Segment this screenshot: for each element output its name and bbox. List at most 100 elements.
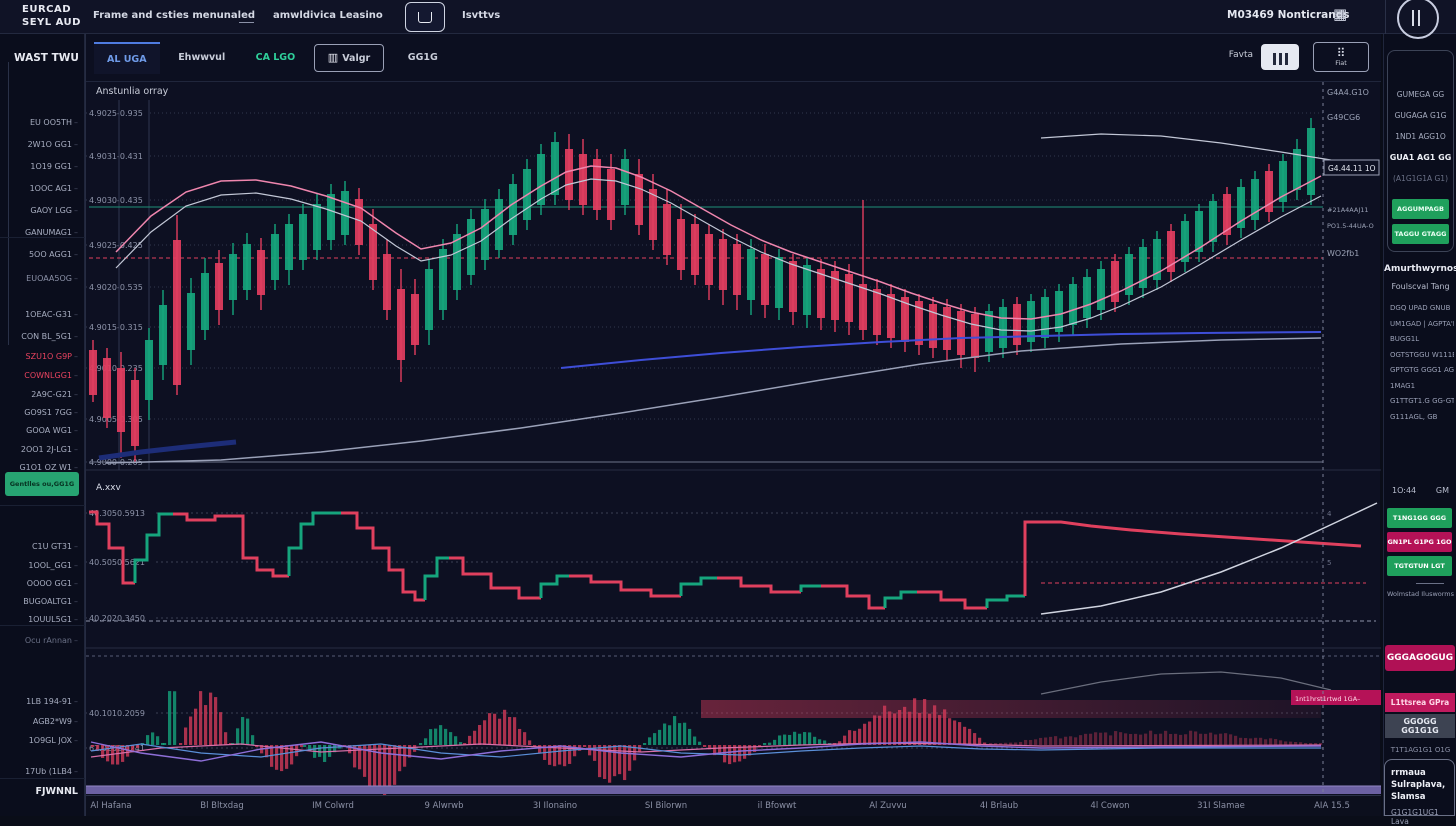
chart-tab-5[interactable]: GG1G: [395, 42, 451, 74]
watchlist-row[interactable]: 1OUUL5G1–: [28, 615, 78, 624]
favorites-button[interactable]: Favta: [1229, 50, 1253, 60]
watchlist-row[interactable]: 17Ub (1LB4–: [25, 767, 78, 776]
chart-tabbar: Favta ⠿ Fiat AL UGA Ehwwvul CA LGO▥Valgr GG…: [86, 34, 1381, 82]
watchlist-row[interactable]: 1OOL_GG1–: [28, 561, 78, 570]
watchlist-row-label: 2W1O GG1: [28, 140, 72, 149]
pink-ma-line: [116, 166, 1321, 319]
watchlist-row[interactable]: 5OO AGG1–: [29, 250, 78, 259]
watchlist-row[interactable]: 1LB 194-91–: [26, 697, 78, 706]
right-axis-label: WO2fb1: [1327, 249, 1359, 258]
order-card-row[interactable]: GUMEGA GG: [1388, 84, 1453, 105]
time-axis-label: IM Colwrd: [312, 801, 354, 811]
panel-info-line: BUGG1L: [1390, 332, 1454, 348]
order-card-row[interactable]: (A1G1G1A G1): [1388, 168, 1453, 189]
watchlist-row-tick: –: [74, 352, 78, 361]
watchlist-action-button[interactable]: Gentlles ou,GG1G: [5, 472, 79, 496]
watchlist-row[interactable]: 2W1O GG1–: [28, 140, 78, 149]
tab-label: Valgr: [342, 53, 370, 64]
neutral-button[interactable]: GGOGG GG1G1G: [1385, 714, 1455, 738]
watchlist-row[interactable]: 1OEAC-G31–: [25, 310, 78, 319]
watchlist-row[interactable]: FJWNNL: [36, 786, 78, 797]
chart-subtitle: Anstunlia orray: [96, 86, 168, 97]
primary-sell-button[interactable]: GGGAGOGUG: [1385, 645, 1455, 671]
watchlist-row[interactable]: GOOA WG1–: [26, 426, 78, 435]
header-account-label[interactable]: M03469 Nonticrands: [1227, 9, 1349, 21]
slow-ma-line: [106, 338, 1321, 463]
panel3-axis-label: 40.1010.2059: [89, 709, 145, 718]
header-box-button-label[interactable]: Isvttvs: [462, 10, 500, 21]
grid-layout-button[interactable]: ⠿ Fiat: [1313, 42, 1369, 72]
watchlist-row[interactable]: GANUMAG1–: [25, 228, 78, 237]
time-axis-label: il Bfowwt: [758, 801, 797, 811]
watchlist-row-label: 1OEAC-G31: [25, 310, 72, 319]
bars-style-button[interactable]: [1261, 44, 1299, 70]
watchlist-row[interactable]: GO9S1 7GG–: [24, 408, 78, 417]
header-input-underline[interactable]: [239, 22, 254, 23]
grid-icon[interactable]: ▦: [1333, 5, 1347, 23]
watchlist-row[interactable]: EUOAA5OG–: [26, 274, 78, 283]
bar-icon: [1273, 53, 1276, 65]
chart-canvas[interactable]: 4.9025-0.9354.9031-0.4314.9030-0.4354.90…: [86, 82, 1381, 795]
panel-action-button-2[interactable]: GN1PL G1PG 1GO: [1387, 532, 1452, 552]
panel-time-unit: GM: [1436, 486, 1449, 495]
watchlist-row-tick: –: [74, 542, 78, 551]
main-axis-label: 4.9020-0.535: [89, 283, 143, 292]
watchlist-row[interactable]: 2OO1 2J-LG1–: [21, 445, 78, 454]
watchlist-row-label: Ocu rAnnan: [25, 636, 72, 645]
logo-line1: EURCAD: [22, 3, 81, 16]
watchlist-row-label: GOOA WG1: [26, 426, 72, 435]
chart-tab-2[interactable]: Ehwwvul: [165, 42, 238, 74]
watchlist-row[interactable]: C1U GT31–: [32, 542, 78, 551]
watchlist-row-tick: –: [74, 310, 78, 319]
panel2-axis-label: 40.2020.3450: [89, 614, 145, 623]
chart-tab-1[interactable]: AL UGA: [94, 42, 160, 74]
chart-tab-3[interactable]: CA LGO: [243, 42, 309, 74]
panel-info-block: DGQ UPAD GNUBUM1GAD | AGPTA'BBUGG1LOGTST…: [1390, 301, 1454, 425]
watchlist-row[interactable]: SZU1O G9P–: [26, 352, 78, 361]
supertrend-segment: [1025, 522, 1361, 596]
header-menu-item-1[interactable]: Frame and csties menunaled: [93, 10, 255, 21]
panel-action-button-1[interactable]: T1NG1GG GGG: [1387, 508, 1452, 528]
navy-ma-line: [99, 442, 236, 458]
order-card-button-2[interactable]: TAGGU GTAGG: [1392, 224, 1449, 244]
watchlist-row-label: COWNLGG1: [24, 371, 72, 380]
panel-action-button-3[interactable]: TGTGTUN LGT: [1387, 556, 1452, 576]
blue-ma-line: [561, 332, 1321, 368]
chart-tab-4[interactable]: ▥Valgr: [314, 44, 384, 72]
watchlist-row[interactable]: BUGOALTG1–: [23, 597, 78, 606]
panel-section-title: Amurthwyrnos: [1384, 264, 1456, 274]
order-card-button-1[interactable]: AGGUMPAGB: [1392, 199, 1449, 219]
order-card-row[interactable]: GUA1 AG1 GG: [1388, 147, 1453, 168]
panel-footer-box[interactable]: rrmaua Sulraplava, Slamsa G1G1G1UG1 Lava: [1384, 759, 1455, 816]
order-card-row[interactable]: 1ND1 AGG1O: [1388, 126, 1453, 147]
watchlist-row[interactable]: G1O1 OZ W1–: [19, 463, 78, 472]
watchlist-row[interactable]: 1O19 GG1–: [30, 162, 78, 171]
watchlist-row[interactable]: 1OOC AG1–: [30, 184, 78, 193]
header-menu-item-2[interactable]: amwldivica Leasino: [273, 10, 383, 21]
watchlist-row[interactable]: 2A9C-G21–: [31, 390, 78, 399]
watchlist-row-label: EUOAA5OG: [26, 274, 72, 283]
tab-label: GG1G: [408, 52, 438, 63]
secondary-tag-button[interactable]: L1ttsrea GPra: [1385, 693, 1455, 712]
header-box-button[interactable]: [405, 2, 445, 32]
watchlist-row-label: GAOY LGG: [30, 206, 72, 215]
watchlist-row[interactable]: AGB2*W9–: [33, 717, 78, 726]
watchlist-row[interactable]: EU OO5TH–: [30, 118, 78, 127]
watchlist-row[interactable]: OOOO GG1–: [27, 579, 78, 588]
watchlist-row[interactable]: Ocu rAnnan–: [25, 636, 78, 645]
watchlist-row[interactable]: COWNLGG1–: [24, 371, 78, 380]
watchlist-row-label: 1OUUL5G1: [28, 615, 72, 624]
panel-note: Wolmstad Ilusworms: [1384, 590, 1456, 598]
supertrend-segment: [569, 576, 681, 596]
watchlist-row-label: 1OOC AG1: [30, 184, 72, 193]
time-axis-label: 4l Cowon: [1090, 801, 1129, 811]
watchlist-row-label: EU OO5TH: [30, 118, 72, 127]
watchlist-row[interactable]: 1O9GL JOX–: [29, 736, 78, 745]
supertrend-segment: [885, 592, 917, 608]
watchlist-row[interactable]: GAOY LGG–: [30, 206, 78, 215]
tab-label: Ehwwvul: [178, 52, 225, 63]
watchlist-row[interactable]: CON BL_5G1–: [21, 332, 78, 341]
order-card-row[interactable]: GUGAGA G1G: [1388, 105, 1453, 126]
supertrend-segment: [289, 513, 341, 576]
circle-bar-icon: [1412, 10, 1414, 26]
